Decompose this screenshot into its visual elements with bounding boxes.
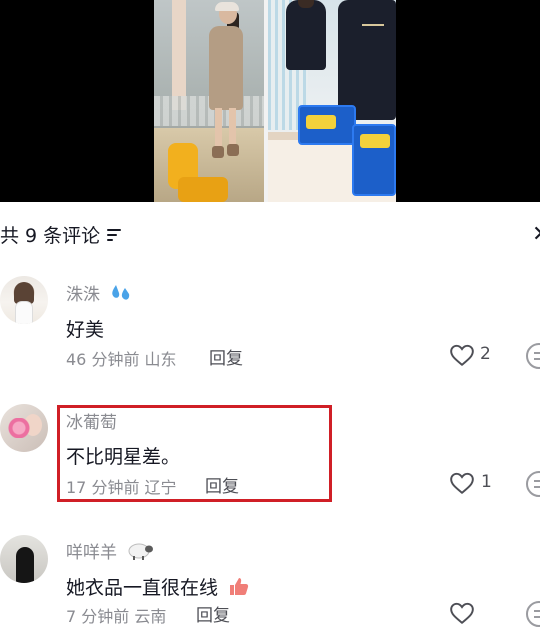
video-toy-box [298, 105, 356, 145]
video-woman-leg [229, 108, 236, 146]
sweat-droplets-icon [109, 283, 133, 308]
video-scene-right [268, 0, 396, 202]
video-woman-leg [215, 108, 222, 148]
avatar-hair [14, 282, 34, 304]
heart-outline-icon [450, 472, 474, 495]
more-options-icon[interactable] [526, 471, 540, 497]
like-count: 1 [481, 472, 492, 492]
like-button[interactable] [449, 601, 479, 629]
avatar[interactable] [0, 404, 48, 452]
more-options-icon[interactable] [526, 343, 540, 369]
avatar-figure [16, 547, 34, 583]
video-scene-left [154, 0, 266, 202]
comment-item: 咩咩羊 她衣品一直很在线 7 分钟前 云南 回复 [0, 535, 540, 630]
like-button[interactable] [449, 471, 479, 499]
comment-text: 好美 [66, 319, 105, 341]
comment-count: 共 9 条评论 [0, 225, 101, 247]
sheep-icon [126, 541, 154, 566]
video-toy-box [352, 124, 396, 196]
username-text: 咩咩羊 [66, 543, 117, 563]
like-count: 2 [480, 344, 491, 364]
video-woman-boot [227, 144, 239, 156]
video-worker-figure [338, 0, 396, 120]
video-box-label [306, 115, 336, 129]
video-worker-figure [286, 0, 326, 70]
comments-header: 共 9 条评论 ✕ [0, 218, 540, 250]
thumbs-up-icon [228, 576, 250, 601]
red-highlight-box [57, 405, 332, 502]
avatar-dress [16, 302, 32, 324]
comment-text-content: 她衣品一直很在线 [66, 577, 219, 599]
comment-time-location: 46 分钟前 山东 [66, 350, 177, 369]
avatar[interactable] [0, 535, 48, 583]
video-player[interactable] [0, 0, 540, 202]
comment-item: 洙洙 好美 46 分钟前 山东 回复 2 [0, 276, 540, 371]
video-pillar [172, 0, 186, 110]
comment-time-location: 7 分钟前 云南 [66, 607, 167, 626]
reply-button[interactable]: 回复 [209, 344, 243, 369]
avatar-flower [8, 418, 30, 438]
filter-lines-icon[interactable] [107, 229, 121, 241]
video-woman-figure [201, 2, 251, 164]
heart-outline-icon [450, 344, 474, 367]
video-box-label [360, 134, 390, 148]
close-icon[interactable]: ✕ [532, 224, 540, 246]
heart-outline-icon [450, 602, 474, 625]
reply-button[interactable]: 回复 [196, 601, 230, 626]
username-text: 洙洙 [66, 285, 100, 305]
video-yellow-chair [164, 143, 228, 202]
video-shirt-print [362, 14, 384, 26]
video-chair-seat [178, 177, 228, 202]
video-worker-neck [298, 0, 314, 8]
comment-username[interactable]: 咩咩羊 [66, 538, 154, 566]
like-button[interactable] [449, 343, 479, 371]
comment-text: 她衣品一直很在线 [66, 573, 250, 601]
more-options-icon[interactable] [526, 601, 540, 627]
video-woman-hat [215, 2, 239, 11]
video-frame [154, 0, 396, 202]
comment-username[interactable]: 洙洙 [66, 280, 133, 308]
video-woman-dress [209, 26, 243, 110]
avatar[interactable] [0, 276, 48, 324]
